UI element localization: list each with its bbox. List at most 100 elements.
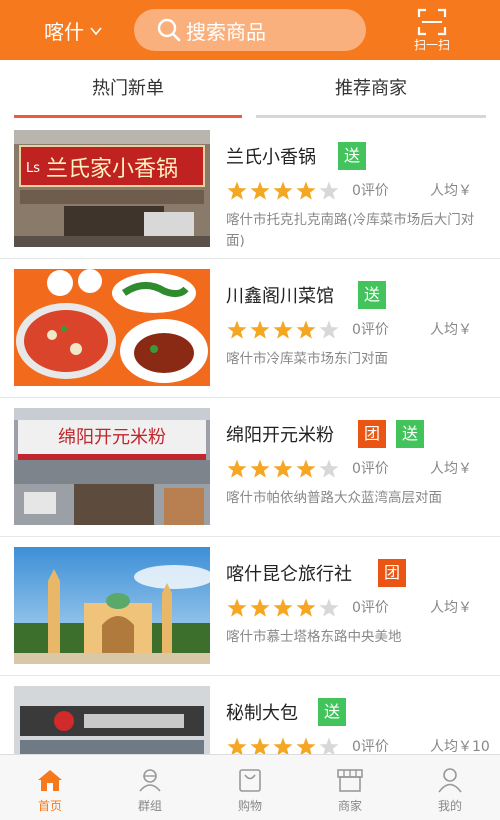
nav-label: 商家 (337, 799, 362, 813)
star-filled-icon (296, 320, 316, 339)
merchant-thumbnail: 绵阳开元米粉 (14, 408, 210, 525)
review-count: 0评价 (352, 322, 389, 338)
list-item[interactable]: 喀什昆仑旅行社 团 0评价 人均￥ 喀什市慕士塔格东路中央美地 (0, 537, 500, 676)
list-item[interactable]: Ls 兰氏家小香锅 兰氏小香锅 送 0评价 人均￥ 喀什市托克扎克南路(冷库菜市… (0, 120, 500, 259)
review-count: 0评价 (352, 461, 389, 477)
delivery-badge: 送 (358, 281, 386, 309)
badge-group: 送 (318, 698, 356, 726)
list-item[interactable]: 川鑫阁川菜馆 送 0评价 人均￥ 喀什市冷库菜市场东门对面 (0, 259, 500, 398)
star-filled-icon (227, 320, 247, 339)
star-filled-icon (273, 459, 293, 478)
delivery-badge: 送 (338, 142, 366, 170)
star-filled-icon (273, 320, 293, 339)
group-icon (139, 769, 161, 792)
tab-indicator (256, 115, 486, 118)
tab-label: 推荐商家 (335, 78, 407, 99)
star-filled-icon (273, 598, 293, 617)
merchant-address: 喀什市冷库菜市场东门对面 (226, 351, 388, 367)
nav-group[interactable]: 群组 (100, 755, 200, 820)
star-filled-icon (250, 737, 270, 754)
bottom-nav: 首页 群组 购物 商家 我的 (0, 754, 500, 820)
merchant-address: 喀什市帕依纳普路大众蓝湾高层对面 (226, 490, 442, 506)
search-placeholder: 搜索商品 (186, 19, 266, 44)
nav-label: 购物 (237, 799, 262, 813)
rating-stars (226, 319, 341, 341)
review-count: 0评价 (352, 600, 389, 616)
star-filled-icon (227, 598, 247, 617)
merchant-name[interactable]: 秘制大包 (226, 699, 298, 725)
nav-merchants[interactable]: 商家 (300, 755, 400, 820)
merchant-name[interactable]: 绵阳开元米粉 (226, 421, 334, 447)
tab-label: 热门新单 (92, 78, 164, 99)
badge-group: 送 (358, 281, 396, 309)
rating-stars (226, 458, 341, 480)
delivery-badge: 送 (396, 420, 424, 448)
merchant-thumbnail (14, 269, 210, 386)
star-empty-icon (319, 320, 339, 339)
average-price: 人均￥ (430, 322, 472, 338)
merchant-name[interactable]: 兰氏小香锅 (226, 143, 316, 169)
delivery-badge: 送 (318, 698, 346, 726)
average-price: 人均￥ (430, 183, 472, 199)
star-empty-icon (319, 459, 339, 478)
nav-label: 我的 (437, 799, 462, 813)
nav-label: 首页 (37, 799, 62, 813)
star-filled-icon (273, 181, 293, 200)
star-filled-icon (296, 737, 316, 754)
merchant-address: 喀什市托克扎克南路(冷库菜市场后大门对面) (226, 212, 475, 249)
average-price: 人均￥ (430, 600, 472, 616)
rating-stars (226, 180, 341, 202)
search-icon (157, 18, 181, 42)
badge-group: 送 (338, 142, 376, 170)
sign-text: 绵阳开元米粉 (58, 427, 166, 448)
review-count: 0评价 (352, 183, 389, 199)
app-header: 喀什 搜索商品 扫一扫 (0, 0, 500, 60)
city-label: 喀什 (44, 19, 84, 44)
group-buy-badge: 团 (378, 559, 406, 587)
merchant-thumbnail (14, 686, 210, 754)
star-filled-icon (227, 459, 247, 478)
svg-text:Ls: Ls (26, 161, 40, 176)
nav-home[interactable]: 首页 (0, 755, 100, 820)
star-filled-icon (250, 459, 270, 478)
merchant-thumbnail (14, 547, 210, 664)
scan-icon (417, 8, 447, 36)
star-empty-icon (319, 181, 339, 200)
tab-bar: 热门新单 推荐商家 (0, 60, 500, 120)
chevron-down-icon (90, 27, 102, 36)
merchant-name[interactable]: 喀什昆仑旅行社 (226, 560, 352, 586)
scan-label: 扫一扫 (413, 38, 450, 52)
nav-label: 群组 (137, 799, 162, 813)
star-filled-icon (296, 181, 316, 200)
merchant-name[interactable]: 川鑫阁川菜馆 (226, 282, 334, 308)
star-filled-icon (273, 737, 293, 754)
star-empty-icon (319, 598, 339, 617)
search-bar[interactable]: 搜索商品 (134, 9, 366, 51)
star-filled-icon (250, 181, 270, 200)
nav-profile[interactable]: 我的 (400, 755, 500, 820)
badge-group: 团 (378, 559, 416, 587)
star-filled-icon (227, 737, 247, 754)
merchant-thumbnail: Ls 兰氏家小香锅 (14, 130, 210, 247)
merchant-list[interactable]: Ls 兰氏家小香锅 兰氏小香锅 送 0评价 人均￥ 喀什市托克扎克南路(冷库菜市… (0, 120, 500, 754)
star-empty-icon (319, 737, 339, 754)
tab-recommended-merchants[interactable]: 推荐商家 (256, 60, 486, 120)
scan-button[interactable]: 扫一扫 (404, 8, 460, 56)
group-buy-badge: 团 (358, 420, 386, 448)
city-selector[interactable]: 喀什 (44, 16, 102, 44)
user-icon (438, 768, 462, 793)
shopping-bag-icon (239, 769, 261, 792)
rating-stars (226, 597, 341, 619)
badge-group: 团 送 (358, 420, 434, 448)
list-item[interactable]: 秘制大包 送 0评价 人均￥10 (0, 676, 500, 754)
list-item[interactable]: 绵阳开元米粉 绵阳开元米粉 团 送 0评价 人均￥ 喀什市帕依纳普路大众蓝湾高层… (0, 398, 500, 537)
store-icon (337, 769, 363, 792)
tab-active-indicator (14, 115, 242, 118)
nav-shopping[interactable]: 购物 (200, 755, 300, 820)
star-filled-icon (296, 598, 316, 617)
sign-text: 兰氏家小香锅 (46, 157, 178, 182)
rating-stars (226, 736, 341, 754)
tab-hot-new[interactable]: 热门新单 (14, 60, 242, 120)
star-filled-icon (296, 459, 316, 478)
star-filled-icon (250, 320, 270, 339)
